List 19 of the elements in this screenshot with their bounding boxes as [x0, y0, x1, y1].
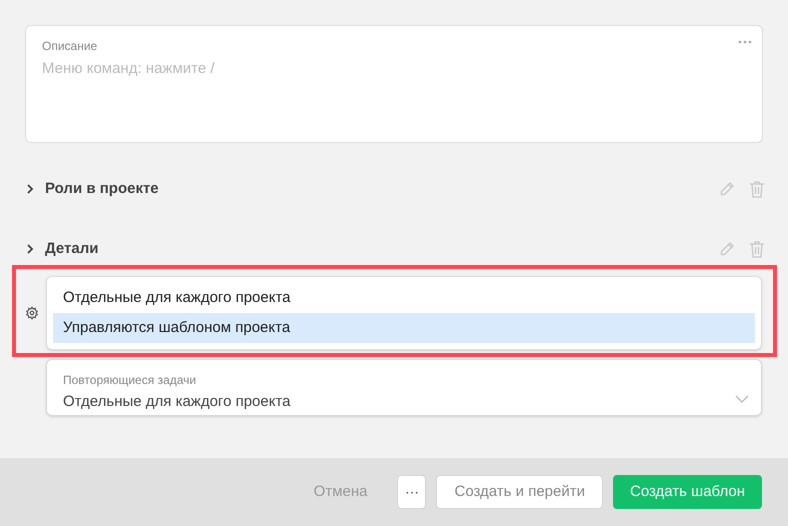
pencil-icon[interactable]	[719, 241, 735, 257]
chevron-down-icon[interactable]	[735, 395, 749, 403]
chevron-icon[interactable]	[25, 243, 35, 255]
more-icon[interactable]	[738, 40, 752, 44]
chevron-icon[interactable]	[25, 183, 35, 195]
field-label: Повторяющиеся задачи	[63, 372, 196, 388]
section-title[interactable]: Роли в проекте	[45, 178, 159, 200]
menu-option[interactable]: Управляются шаблоном проекта	[53, 313, 755, 343]
field-value: Отдельные для каждого проекта	[63, 392, 291, 412]
trash-icon[interactable]	[749, 240, 765, 258]
settings-icon[interactable]	[25, 306, 39, 320]
menu-option[interactable]: Отдельные для каждого проекта	[53, 283, 755, 313]
recurring-tasks-select[interactable]: Повторяющиеся задачи Отдельные для каждого проекта	[46, 359, 762, 416]
trash-icon[interactable]	[749, 180, 765, 198]
create-and-open-button[interactable]: Создать и перейти	[436, 475, 603, 509]
section-title[interactable]: Детали	[45, 238, 98, 260]
description-label: Описание	[42, 38, 98, 54]
more-button[interactable]: ⋯	[397, 475, 426, 509]
pencil-icon[interactable]	[719, 181, 735, 197]
